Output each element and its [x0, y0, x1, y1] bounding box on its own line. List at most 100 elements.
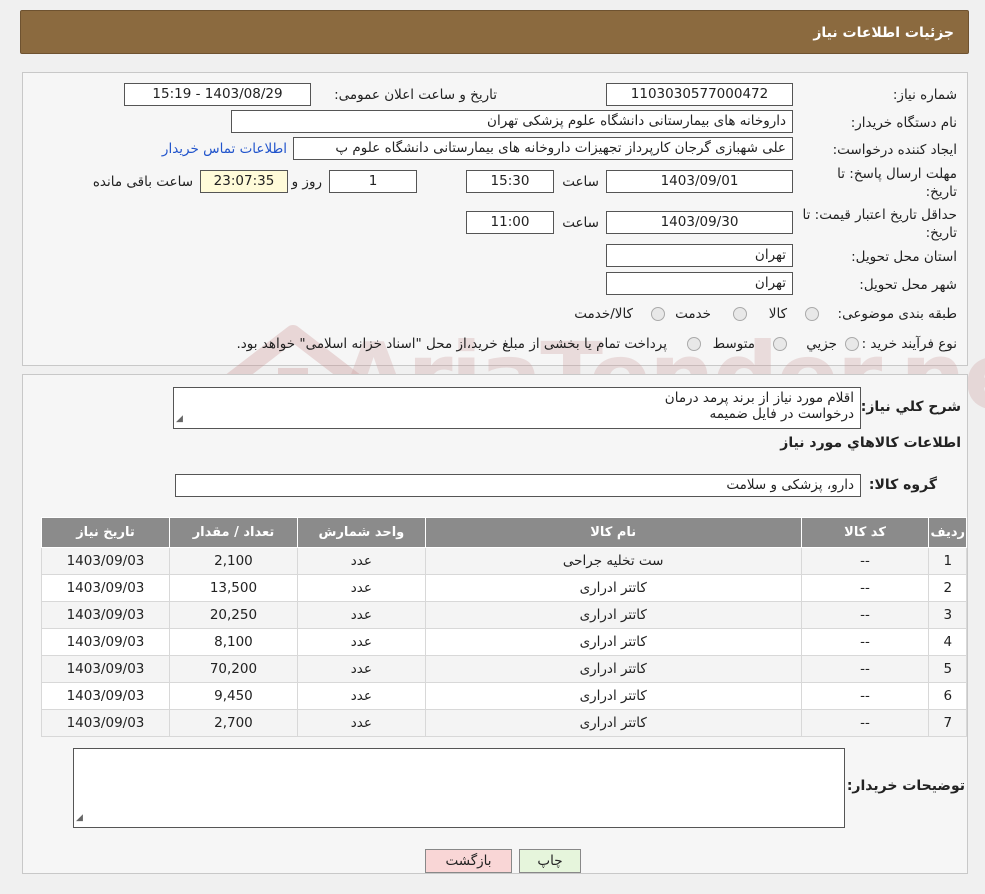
- days-label: روز و: [291, 174, 322, 190]
- table-row: 4 -- کاتتر ادراری عدد 8,100 1403/09/03: [41, 628, 967, 656]
- announce-label: تاریخ و ساعت اعلان عمومی:: [334, 87, 497, 103]
- cell-code: --: [800, 574, 930, 602]
- cell-name: کاتتر ادراری: [424, 682, 802, 710]
- cell-row: 5: [928, 655, 967, 683]
- cell-name: کاتتر ادراری: [424, 655, 802, 683]
- table-row: 2 -- کاتتر ادراری عدد 13,500 1403/09/03: [41, 574, 967, 602]
- buyer-contact-link[interactable]: اطلاعات تماس خریدار: [162, 141, 287, 157]
- need-details-panel: شرح کلي نياز: اقلام مورد نیاز از برند پر…: [22, 374, 968, 874]
- validity-time-field[interactable]: 11:00: [466, 211, 554, 234]
- need-number-field[interactable]: 1103030577000472: [606, 83, 793, 106]
- goods-info-title: اطلاعات کالاهاي مورد نياز: [780, 435, 961, 451]
- creator-label: ایجاد کننده درخواست:: [832, 142, 957, 158]
- cell-name: ست تخلیه جراحی: [424, 547, 802, 575]
- need-info-panel: AriaTender.neT شماره نیاز: 1103030577000…: [22, 72, 985, 461]
- resize-grip-icon[interactable]: ◢: [176, 411, 183, 427]
- goods-table: رديف کد کالا نام کالا واحد شمارش تعداد /…: [41, 517, 967, 737]
- cell-date: 1403/09/03: [41, 574, 170, 602]
- table-row: 1 -- ست تخلیه جراحی عدد 2,100 1403/09/03: [41, 547, 967, 575]
- goods-group-field[interactable]: دارو، پزشکی و سلامت: [175, 474, 861, 497]
- table-row: 6 -- کاتتر ادراری عدد 9,450 1403/09/03: [41, 682, 967, 710]
- cell-unit: عدد: [296, 601, 426, 629]
- city-field[interactable]: تهران: [606, 272, 793, 295]
- buyer-org-label: نام دستگاه خریدار:: [850, 115, 957, 131]
- category-option-goods: کالا: [768, 306, 787, 322]
- cell-unit: عدد: [296, 709, 426, 737]
- category-option-goods-service: کالا/خدمت: [574, 306, 633, 322]
- col-code: کد کالا: [800, 517, 930, 548]
- category-radio-goods-service[interactable]: [651, 307, 665, 321]
- cell-qty: 8,100: [168, 628, 298, 656]
- purchase-option-minor: جزیي: [806, 336, 837, 352]
- cell-date: 1403/09/03: [41, 628, 170, 656]
- description-label: شرح کلي نياز:: [860, 399, 961, 415]
- description-line-2: درخواست در فایل ضمیمه: [709, 406, 854, 422]
- goods-table-header: رديف کد کالا نام کالا واحد شمارش تعداد /…: [41, 517, 967, 548]
- col-row: رديف: [928, 517, 967, 548]
- deadline-date-field[interactable]: 1403/09/01: [606, 170, 793, 193]
- cell-row: 4: [928, 628, 967, 656]
- cell-code: --: [800, 601, 930, 629]
- cell-name: کاتتر ادراری: [424, 574, 802, 602]
- purchase-type-label: نوع فرآیند خرید :: [861, 336, 957, 352]
- category-option-service: خدمت: [675, 306, 711, 322]
- cell-name: کاتتر ادراری: [424, 709, 802, 737]
- cell-code: --: [800, 682, 930, 710]
- deadline-time-field[interactable]: 15:30: [466, 170, 554, 193]
- buyer-notes-textarea[interactable]: ◢: [73, 748, 845, 828]
- table-row: 5 -- کاتتر ادراری عدد 70,200 1403/09/03: [41, 655, 967, 683]
- category-label: طبقه بندی موضوعی:: [837, 306, 957, 322]
- purchase-note: پرداخت تمام یا بخشی از مبلغ خرید،از محل …: [236, 336, 667, 352]
- cell-unit: عدد: [296, 628, 426, 656]
- days-field[interactable]: 1: [329, 170, 417, 193]
- buyer-org-field[interactable]: داروخانه های بیمارستانی دانشگاه علوم پزش…: [231, 110, 793, 133]
- col-unit: واحد شمارش: [296, 517, 426, 548]
- purchase-option-medium: متوسط: [712, 336, 755, 352]
- validity-time-label: ساعت: [562, 215, 599, 231]
- cell-row: 3: [928, 601, 967, 629]
- cell-unit: عدد: [296, 547, 426, 575]
- deadline-label-date: تاریخ:: [925, 184, 957, 200]
- remaining-label: ساعت باقی مانده: [92, 174, 193, 190]
- cell-row: 6: [928, 682, 967, 710]
- resize-grip-icon[interactable]: ◢: [76, 810, 83, 826]
- deadline-label: مهلت ارسال پاسخ: تا: [837, 166, 957, 182]
- validity-label-date: تاریخ:: [925, 225, 957, 241]
- description-textarea[interactable]: اقلام مورد نیاز از برند پرمد درمان درخوا…: [173, 387, 861, 429]
- cell-date: 1403/09/03: [41, 709, 170, 737]
- need-number-label: شماره نیاز:: [892, 87, 957, 103]
- cell-row: 2: [928, 574, 967, 602]
- cell-code: --: [800, 628, 930, 656]
- back-button[interactable]: بازگشت: [425, 849, 512, 873]
- cell-name: کاتتر ادراری: [424, 628, 802, 656]
- col-qty: تعداد / مقدار: [168, 517, 298, 548]
- validity-label: حداقل تاریخ اعتبار قیمت: تا: [802, 207, 957, 223]
- creator-field[interactable]: علی شهبازی گرجان کارپرداز تجهیزات داروخا…: [293, 137, 793, 160]
- cell-qty: 13,500: [168, 574, 298, 602]
- province-field[interactable]: تهران: [606, 244, 793, 267]
- remaining-time-field: 23:07:35: [200, 170, 288, 193]
- cell-code: --: [800, 655, 930, 683]
- cell-unit: عدد: [296, 682, 426, 710]
- table-row: 7 -- کاتتر ادراری عدد 2,700 1403/09/03: [41, 709, 967, 737]
- province-label: استان محل تحویل:: [851, 249, 957, 265]
- category-radio-goods[interactable]: [805, 307, 819, 321]
- cell-unit: عدد: [296, 655, 426, 683]
- category-radio-service[interactable]: [733, 307, 747, 321]
- cell-name: کاتتر ادراری: [424, 601, 802, 629]
- page-header: جزئیات اطلاعات نیاز: [20, 10, 969, 54]
- cell-qty: 2,100: [168, 547, 298, 575]
- cell-date: 1403/09/03: [41, 547, 170, 575]
- cell-row: 7: [928, 709, 967, 737]
- purchase-radio-minor[interactable]: [845, 337, 859, 351]
- announce-field[interactable]: 1403/08/29 - 15:19: [124, 83, 311, 106]
- purchase-radio-treasury[interactable]: [687, 337, 701, 351]
- col-date: تاريخ نياز: [41, 517, 170, 548]
- cell-unit: عدد: [296, 574, 426, 602]
- page-title: جزئیات اطلاعات نیاز: [813, 25, 954, 41]
- print-button[interactable]: چاپ: [519, 849, 581, 873]
- cell-date: 1403/09/03: [41, 601, 170, 629]
- validity-date-field[interactable]: 1403/09/30: [606, 211, 793, 234]
- purchase-radio-medium[interactable]: [773, 337, 787, 351]
- cell-row: 1: [928, 547, 967, 575]
